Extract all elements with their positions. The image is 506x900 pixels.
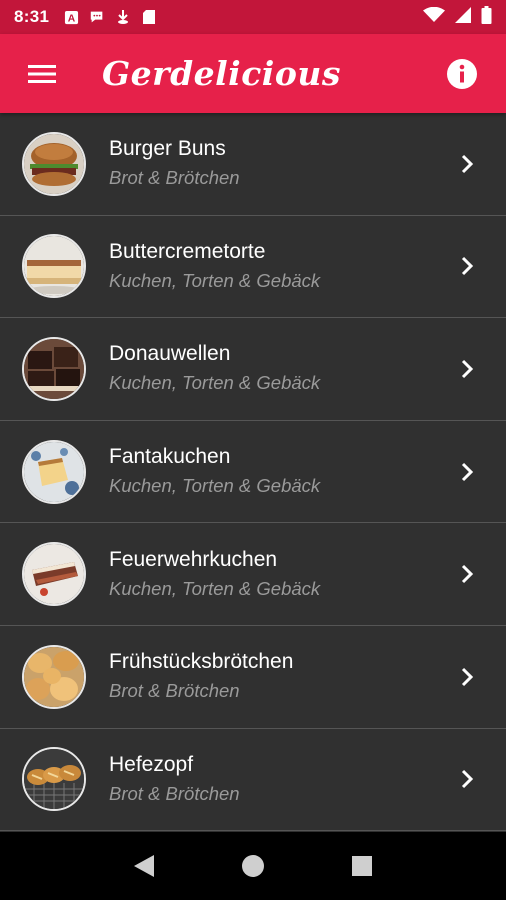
recipe-thumbnail (22, 439, 86, 504)
notification-icons: A (63, 9, 157, 25)
recipe-category: Brot & Brötchen (109, 782, 240, 804)
svg-text:A: A (68, 13, 76, 24)
recipe-category: Kuchen, Torten & Gebäck (109, 372, 321, 394)
recipe-category: Kuchen, Torten & Gebäck (109, 475, 321, 497)
list-item[interactable]: Buttercremetorte Kuchen, Torten & Gebäck (0, 216, 506, 319)
recipe-title: Frühstücksbrötchen (109, 650, 294, 674)
navigation-bar (0, 832, 506, 900)
recipe-title: Feuerwehrkuchen (109, 547, 278, 571)
chevron-right-icon (461, 462, 474, 481)
recipe-category: Brot & Brötchen (109, 167, 240, 189)
text-icon: A (63, 9, 79, 25)
recipe-title: Donauwellen (109, 342, 231, 366)
back-button[interactable] (130, 852, 158, 880)
recipe-list: Burger Buns Brot & Brötchen Buttercremet… (0, 113, 506, 832)
recipe-thumbnail (22, 747, 86, 812)
list-item[interactable]: Frühstücksbrötchen Brot & Brötchen (0, 626, 506, 729)
app-title: Gerdelicious (102, 54, 341, 93)
recipe-title: Hefezopf (109, 752, 194, 776)
recents-button[interactable] (348, 852, 376, 880)
download-icon (115, 9, 131, 25)
list-item[interactable]: Donauwellen Kuchen, Torten & Gebäck (0, 318, 506, 421)
battery-icon (481, 5, 492, 29)
recipe-title: Fantakuchen (109, 445, 231, 469)
recipe-category: Kuchen, Torten & Gebäck (109, 269, 321, 291)
info-icon (447, 58, 477, 89)
system-icons (423, 5, 492, 29)
recipe-title: Buttercremetorte (109, 239, 266, 263)
recipe-thumbnail (22, 234, 86, 299)
status-bar: 8:31 A (0, 0, 506, 34)
chevron-right-icon (461, 154, 474, 173)
chevron-right-icon (461, 257, 474, 276)
list-item[interactable]: Fantakuchen Kuchen, Torten & Gebäck (0, 421, 506, 524)
status-time: 8:31 (14, 7, 50, 26)
signal-icon (455, 6, 471, 28)
recipe-thumbnail (22, 542, 86, 607)
chevron-right-icon (461, 770, 474, 789)
recipe-category: Kuchen, Torten & Gebäck (109, 577, 321, 599)
list-item[interactable]: Feuerwehrkuchen Kuchen, Torten & Gebäck (0, 523, 506, 626)
recipe-thumbnail (22, 131, 86, 196)
list-item[interactable]: Hefezopf Brot & Brötchen (0, 729, 506, 832)
chevron-right-icon (461, 565, 474, 584)
info-button[interactable] (446, 58, 478, 90)
home-icon (241, 855, 264, 877)
chevron-right-icon (461, 667, 474, 686)
recipe-thumbnail (22, 644, 86, 709)
menu-icon (28, 64, 56, 83)
chat-icon (89, 9, 105, 25)
list-item[interactable]: Burger Buns Brot & Brötchen (0, 113, 506, 216)
back-icon (134, 855, 155, 877)
chevron-right-icon (461, 359, 474, 379)
wifi-icon (423, 6, 445, 28)
app-bar: Gerdelicious (0, 34, 506, 113)
menu-button[interactable] (22, 54, 62, 94)
recipe-category: Brot & Brötchen (109, 680, 240, 702)
recipe-title: Burger Buns (109, 137, 226, 161)
recents-icon (351, 856, 372, 876)
recipe-thumbnail (22, 336, 86, 401)
home-button[interactable] (239, 852, 267, 880)
sd-card-icon (141, 9, 157, 25)
